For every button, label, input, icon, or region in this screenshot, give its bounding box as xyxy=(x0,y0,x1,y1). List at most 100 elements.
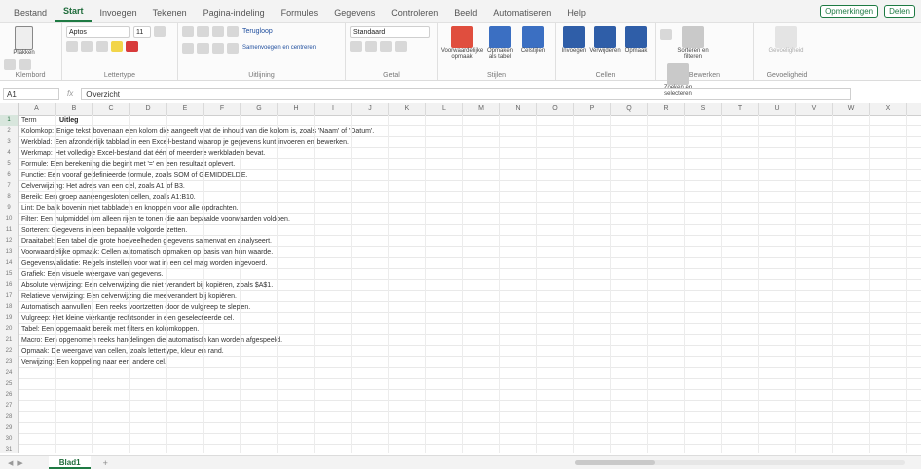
indent-button[interactable] xyxy=(227,43,239,54)
column-header-k[interactable]: K xyxy=(389,103,426,115)
delete-cells-button[interactable]: Verwijderen xyxy=(589,26,621,54)
column-header-y[interactable]: Y xyxy=(907,103,921,115)
column-header-d[interactable]: D xyxy=(130,103,167,115)
menu-tab-start[interactable]: Start xyxy=(55,2,92,22)
format-cells-button[interactable]: Opmaak xyxy=(622,26,650,54)
conditional-format-button[interactable]: Voorwaardelijke opmaak xyxy=(441,26,483,60)
menu-tab-pagina-indeling[interactable]: Pagina-indeling xyxy=(195,4,273,22)
comma-button[interactable] xyxy=(380,41,392,52)
row-header[interactable]: 25 xyxy=(0,379,19,390)
row-header[interactable]: 6 xyxy=(0,170,19,181)
column-header-b[interactable]: B xyxy=(56,103,93,115)
row-header[interactable]: 21 xyxy=(0,335,19,346)
cell-a[interactable]: Term xyxy=(21,115,37,126)
row-header[interactable]: 16 xyxy=(0,280,19,291)
row-header[interactable]: 8 xyxy=(0,192,19,203)
select-all-corner[interactable] xyxy=(0,103,19,115)
menu-tab-bestand[interactable]: Bestand xyxy=(6,4,55,22)
menu-tab-help[interactable]: Help xyxy=(559,4,594,22)
row-header[interactable]: 2 xyxy=(0,126,19,137)
row-header[interactable]: 7 xyxy=(0,181,19,192)
sort-filter-button[interactable]: Sorteren en filteren xyxy=(675,26,711,60)
cut-icon[interactable] xyxy=(4,59,16,70)
row-header[interactable]: 28 xyxy=(0,412,19,423)
font-name-select[interactable]: Aptos xyxy=(66,26,130,38)
column-header-n[interactable]: N xyxy=(500,103,537,115)
row-header[interactable]: 10 xyxy=(0,214,19,225)
format-table-button[interactable]: Opmaken als tabel xyxy=(485,26,515,60)
row-header[interactable]: 4 xyxy=(0,148,19,159)
cell-a[interactable]: Kolomkop: Enige tekst bovenaan een kolom… xyxy=(21,126,374,137)
row-header[interactable]: 17 xyxy=(0,291,19,302)
orientation-button[interactable] xyxy=(227,26,239,37)
row-header[interactable]: 31 xyxy=(0,445,19,453)
column-header-l[interactable]: L xyxy=(426,103,463,115)
font-size-select[interactable]: 11 xyxy=(133,26,151,38)
row-header[interactable]: 30 xyxy=(0,434,19,445)
horizontal-scroll-thumb[interactable] xyxy=(575,460,655,465)
align-left-button[interactable] xyxy=(182,43,194,54)
align-middle-button[interactable] xyxy=(197,26,209,37)
row-header[interactable]: 3 xyxy=(0,137,19,148)
column-header-c[interactable]: C xyxy=(93,103,130,115)
cell-a[interactable]: Sorteren: Gegevens in een bepaalde volgo… xyxy=(21,225,187,236)
row-header[interactable]: 14 xyxy=(0,258,19,269)
row-header[interactable]: 13 xyxy=(0,247,19,258)
autosum-icon[interactable] xyxy=(660,29,672,40)
cell-a[interactable]: Tabel: Een opgemaakt bereik met filters … xyxy=(21,324,199,335)
column-header-h[interactable]: H xyxy=(278,103,315,115)
align-right-button[interactable] xyxy=(212,43,224,54)
row-header[interactable]: 9 xyxy=(0,203,19,214)
fill-color-button[interactable] xyxy=(111,41,123,52)
cell-a[interactable]: Celverwijzing: Het adres van een cel, zo… xyxy=(21,181,185,192)
underline-button[interactable] xyxy=(81,41,93,52)
row-header[interactable]: 23 xyxy=(0,357,19,368)
column-header-j[interactable]: J xyxy=(352,103,389,115)
add-sheet-button[interactable]: + xyxy=(103,458,108,468)
column-header-f[interactable]: F xyxy=(204,103,241,115)
row-header[interactable]: 19 xyxy=(0,313,19,324)
bold-button[interactable] xyxy=(154,26,166,37)
column-header-u[interactable]: U xyxy=(759,103,796,115)
align-top-button[interactable] xyxy=(182,26,194,37)
fx-icon[interactable]: fx xyxy=(67,89,73,98)
column-header-a[interactable]: A xyxy=(18,103,56,115)
column-header-x[interactable]: X xyxy=(870,103,907,115)
insert-cells-button[interactable]: Invoegen xyxy=(560,26,588,54)
decimal-button[interactable] xyxy=(395,41,407,52)
column-header-s[interactable]: S xyxy=(685,103,722,115)
menu-tab-formules[interactable]: Formules xyxy=(273,4,327,22)
menu-tab-invoegen[interactable]: Invoegen xyxy=(92,4,145,22)
menu-tab-controleren[interactable]: Controleren xyxy=(383,4,446,22)
cell-a[interactable]: Draaitabel: Een tabel die grote hoeveelh… xyxy=(21,236,272,247)
formula-input[interactable]: Overzicht xyxy=(81,87,852,100)
column-header-v[interactable]: V xyxy=(796,103,833,115)
row-header[interactable]: 12 xyxy=(0,236,19,247)
menu-tab-gegevens[interactable]: Gegevens xyxy=(326,4,383,22)
align-bottom-button[interactable] xyxy=(212,26,224,37)
menu-tab-automatiseren[interactable]: Automatiseren xyxy=(485,4,559,22)
cell-a[interactable]: Opmaak: De weergave van cellen, zoals le… xyxy=(21,346,224,357)
cell-a[interactable]: Filter: Een hulpmiddel om alleen rijen t… xyxy=(21,214,290,225)
horizontal-scrollbar[interactable] xyxy=(575,460,905,465)
cell-b[interactable]: Uitleg xyxy=(59,115,78,126)
row-header[interactable]: 1 xyxy=(0,115,19,126)
cell-a[interactable]: Gegevensvalidatie: Regels instellen voor… xyxy=(21,258,267,269)
border-button[interactable] xyxy=(96,41,108,52)
sheet-tab-active[interactable]: Blad1 xyxy=(48,456,91,469)
row-header[interactable]: 22 xyxy=(0,346,19,357)
cell-a[interactable]: Macro: Een opgenomen reeks handelingen d… xyxy=(21,335,282,346)
font-color-button[interactable] xyxy=(126,41,138,52)
menu-tab-beeld[interactable]: Beeld xyxy=(446,4,485,22)
row-header[interactable]: 27 xyxy=(0,401,19,412)
cell-styles-button[interactable]: Celstijlen xyxy=(518,26,548,60)
merge-center-button[interactable]: Samenvoegen en centreren xyxy=(242,43,316,54)
column-header-o[interactable]: O xyxy=(537,103,574,115)
align-center-button[interactable] xyxy=(197,43,209,54)
italic-button[interactable] xyxy=(66,41,78,52)
column-header-w[interactable]: W xyxy=(833,103,870,115)
cell-a[interactable]: Bereik: Een groep aaneengesloten cellen,… xyxy=(21,192,196,203)
column-header-r[interactable]: R xyxy=(648,103,685,115)
column-header-e[interactable]: E xyxy=(167,103,204,115)
paste-button[interactable]: Plakken xyxy=(4,26,44,56)
